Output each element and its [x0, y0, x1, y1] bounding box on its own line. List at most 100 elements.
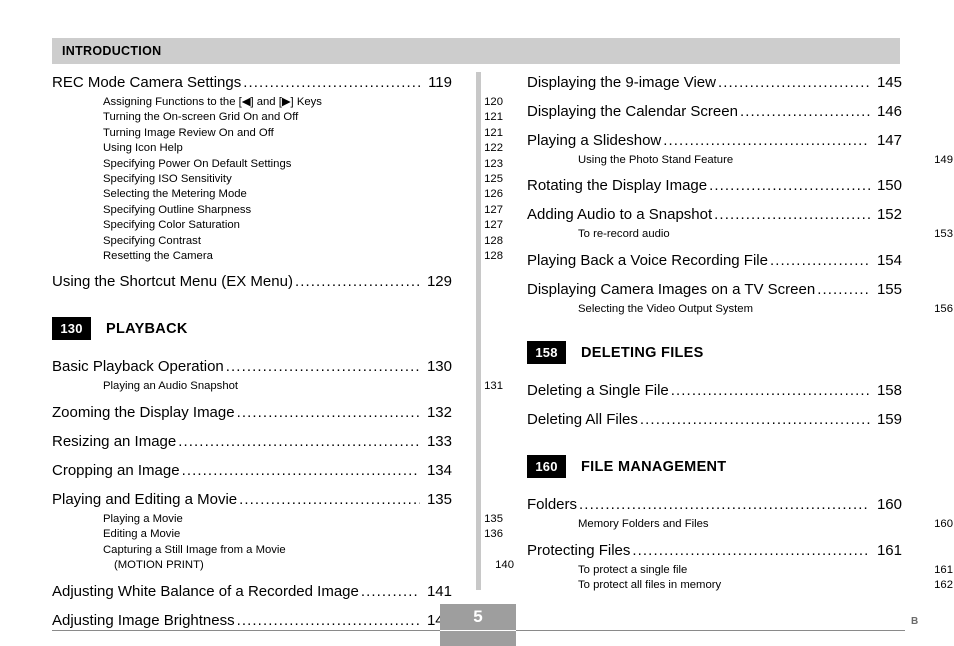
toc-entry-sub[interactable]: To re-record audio......................…: [527, 227, 953, 242]
toc-entry-page-number: 131: [484, 380, 503, 393]
toc-entry-label: Playing an Audio Snapshot: [103, 380, 239, 393]
toc-entry-main[interactable]: Playing Back a Voice Recording File.....…: [527, 250, 902, 272]
toc-entry-label: Turning the On-screen Grid On and Off: [103, 111, 299, 124]
toc-entry-main[interactable]: Displaying the Calendar Screen..........…: [527, 101, 902, 123]
toc-entry-page-number: 133: [426, 432, 452, 450]
toc-entry-page-number: 156: [934, 302, 953, 315]
leader-dots: ........................................…: [249, 187, 477, 202]
toc-entry-main[interactable]: Deleting a Single File..................…: [527, 380, 902, 402]
section-title: DELETING FILES: [581, 344, 704, 361]
toc-entry-page-number: 161: [876, 541, 902, 559]
toc-entry-main[interactable]: REC Mode Camera Settings................…: [52, 72, 452, 94]
leader-dots: ........................................…: [276, 126, 477, 141]
toc-entry-label: Turning Image Review On and Off: [103, 126, 274, 139]
toc-entry-sub[interactable]: Specifying Power On Default Settings....…: [52, 157, 503, 172]
leader-dots: ........................................…: [239, 490, 420, 508]
toc-entry-label: Playing Back a Voice Recording File: [527, 251, 768, 269]
toc-entry-page-number: 121: [484, 111, 503, 124]
toc-entry-label: To protect all files in memory: [578, 579, 722, 592]
toc-entry-label: Deleting a Single File: [527, 382, 669, 400]
leader-dots: ........................................…: [769, 251, 870, 269]
toc-entry-main[interactable]: Protecting Files........................…: [527, 540, 902, 562]
toc-entry-main[interactable]: Resizing an Image.......................…: [52, 431, 452, 453]
toc-entry-sub[interactable]: Capturing a Still Image from a Movie....…: [52, 543, 503, 558]
toc-entry-page-number: 122: [484, 142, 503, 155]
leader-dots: ........................................…: [817, 280, 870, 298]
leader-dots: ........................................…: [709, 177, 870, 195]
toc-entry-sub[interactable]: Editing a Movie.........................…: [52, 527, 503, 542]
toc-entry-page-number: 128: [484, 234, 503, 247]
toc-entry-label: Resizing an Image: [52, 432, 177, 450]
toc-entry-page-number: 159: [876, 411, 902, 429]
toc-entry-sub[interactable]: Selecting the Video Output System.......…: [527, 302, 953, 317]
toc-entry-main[interactable]: Playing a Slideshow.....................…: [527, 130, 902, 152]
toc-entry-label: Specifying Contrast: [103, 234, 201, 247]
page-number: 5: [473, 607, 483, 626]
toc-entry-page-number: 134: [426, 461, 452, 479]
folio-divider: [440, 630, 516, 631]
section-title: FILE MANAGEMENT: [581, 458, 727, 475]
toc-entry-sub[interactable]: Resetting the Camera....................…: [52, 249, 503, 264]
toc-entry-sub[interactable]: Turning the On-screen Grid On and Off...…: [52, 110, 503, 125]
toc-entry-label: Rotating the Display Image: [527, 177, 708, 195]
toc-entry-label: Using Icon Help: [103, 142, 183, 155]
leader-dots: ........................................…: [718, 74, 870, 91]
toc-entry-sub[interactable]: Selecting the Metering Mode.............…: [52, 187, 503, 202]
toc-entry-label: Deleting All Files: [527, 411, 638, 429]
toc-entry-sub[interactable]: Playing a Movie.........................…: [52, 512, 503, 527]
toc-entry-sub[interactable]: Specifying ISO Sensitivity..............…: [52, 172, 503, 187]
toc-entry-sub[interactable]: Specifying Color Saturation.............…: [52, 218, 503, 233]
toc-entry-sub[interactable]: Specifying Outline Sharpness............…: [52, 203, 503, 218]
toc-entry-sub[interactable]: Assigning Functions to the [◀] and [▶] K…: [52, 95, 503, 110]
toc-entry-main[interactable]: Displaying Camera Images on a TV Screen.…: [527, 279, 902, 301]
leader-dots: ........................................…: [185, 141, 477, 156]
toc-entry-main[interactable]: Zooming the Display Image...............…: [52, 402, 452, 424]
toc-entry-main[interactable]: Cropping an Image.......................…: [52, 460, 452, 482]
toc-entry-label: Specifying Outline Sharpness: [103, 203, 252, 216]
leader-dots: ........................................…: [639, 411, 870, 429]
toc-entry-label: Using the Photo Stand Feature: [578, 154, 734, 166]
section-number-badge: 130: [52, 317, 91, 341]
toc-entry-sub[interactable]: Turning Image Review On and Off.........…: [52, 126, 503, 141]
toc-entry-label: Memory Folders and Files: [578, 518, 709, 531]
leader-dots: ........................................…: [293, 157, 477, 172]
toc-entry-main[interactable]: Deleting All Files......................…: [527, 409, 902, 431]
toc-entry-main[interactable]: Rotating the Display Image..............…: [527, 175, 902, 197]
leader-dots: ........................................…: [739, 103, 870, 120]
toc-entry-label: Selecting the Video Output System: [578, 302, 753, 315]
toc-entry-main[interactable]: Basic Playback Operation................…: [52, 356, 452, 378]
leader-dots: ........................................…: [225, 358, 420, 376]
toc-entry-label: Playing a Slideshow: [527, 132, 662, 149]
toc-entry-sub[interactable]: Using the Photo Stand Feature...........…: [527, 153, 953, 168]
toc-entry-main[interactable]: Adding Audio to a Snapshot..............…: [527, 204, 902, 226]
toc-entry-main[interactable]: Adjusting Image Brightness..............…: [52, 610, 452, 632]
leader-dots: ........................................…: [689, 563, 927, 578]
toc-entry-label: Displaying the Calendar Screen: [527, 103, 738, 120]
toc-entry-sub[interactable]: Specifying Contrast.....................…: [52, 234, 503, 249]
toc-entry-main[interactable]: Adjusting White Balance of a Recorded Im…: [52, 581, 452, 603]
toc-entry-main[interactable]: Folders.................................…: [527, 494, 902, 516]
toc-entry-page-number: 141: [426, 582, 452, 600]
toc-entry-sub[interactable]: (MOTION PRINT)..........................…: [52, 558, 514, 573]
toc-entry-page-number: 155: [876, 280, 902, 298]
toc-entry-label: Basic Playback Operation: [52, 358, 224, 376]
leader-dots: ........................................…: [185, 512, 477, 527]
toc-entry-sub[interactable]: To protect a single file................…: [527, 563, 953, 578]
edge-mark-label: B: [911, 616, 919, 627]
toc-entry-main[interactable]: Playing and Editing a Movie.............…: [52, 489, 452, 511]
toc-entry-main[interactable]: Using the Shortcut Menu (EX Menu).......…: [52, 271, 452, 293]
toc-entry-sub[interactable]: Using Icon Help.........................…: [52, 141, 503, 156]
leader-dots: ........................................…: [242, 218, 477, 233]
leader-dots: ........................................…: [711, 517, 927, 532]
running-head-label: INTRODUCTION: [62, 44, 162, 58]
leader-dots: ........................................…: [243, 74, 420, 91]
toc-entry-sub[interactable]: To protect all files in memory..........…: [527, 578, 953, 593]
toc-entry-label: Folders: [527, 496, 578, 514]
section-banner: 160 FILE MANAGEMENT: [527, 455, 902, 479]
leader-dots: ........................................…: [181, 461, 420, 479]
toc-entry-label: Playing a Movie: [103, 512, 183, 525]
toc-entry-main[interactable]: Displaying the 9-image View.............…: [527, 72, 902, 94]
toc-entry-sub[interactable]: Playing an Audio Snapshot...............…: [52, 379, 503, 394]
toc-entry-sub[interactable]: Memory Folders and Files................…: [527, 517, 953, 532]
section-banner: 130 PLAYBACK: [52, 317, 452, 341]
